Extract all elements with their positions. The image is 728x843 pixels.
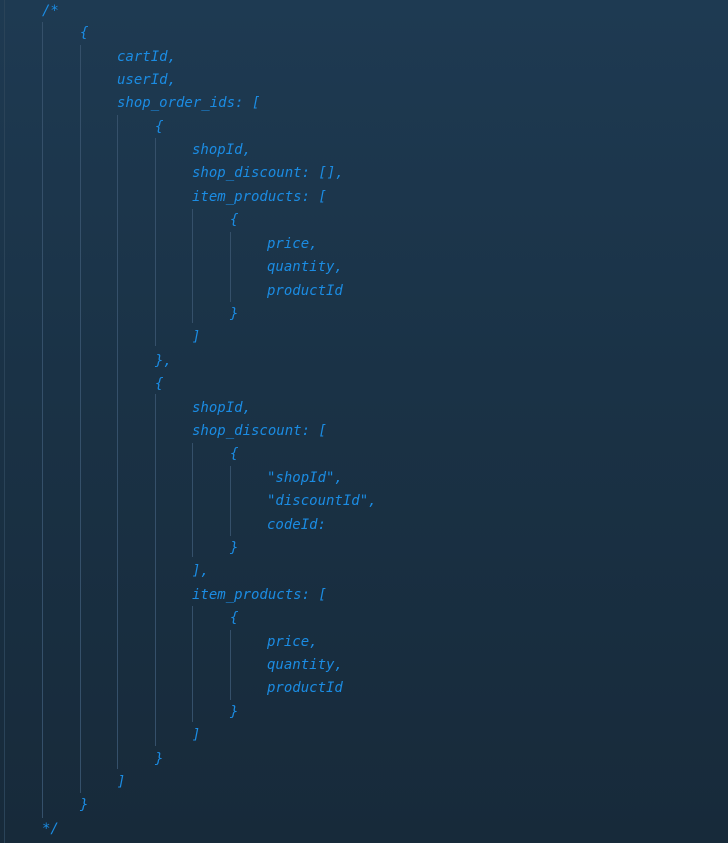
code-line: ] (192, 329, 201, 345)
code-line: shopId, (192, 142, 252, 158)
code-line: { (230, 212, 239, 228)
code-line: productId (267, 680, 343, 696)
code-line: }, (155, 353, 172, 369)
code-line: shop_discount: [], (192, 165, 344, 181)
code-line: productId (267, 283, 343, 299)
code-line: codeId: (267, 517, 327, 533)
code-editor[interactable]: /* { cartId, userId, shop_order_ids: [ {… (0, 0, 728, 843)
code-line: shop_order_ids: [ (117, 95, 261, 111)
indent-guide (230, 630, 231, 700)
code-line: { (230, 610, 239, 626)
code-line: } (80, 797, 89, 813)
code-line: price, (267, 634, 318, 650)
code-line: userId, (117, 72, 177, 88)
code-line: cartId, (117, 49, 177, 65)
indent-guide (192, 209, 193, 323)
code-line: quantity, (267, 259, 343, 275)
indent-guide (155, 394, 156, 746)
code-line: { (155, 376, 164, 392)
code-line: { (155, 119, 164, 135)
code-line: item_products: [ (192, 189, 327, 205)
indent-guide (192, 606, 193, 722)
code-line: quantity, (267, 657, 343, 673)
code-line: shopId, (192, 400, 252, 416)
gutter-edge (4, 0, 5, 843)
indent-guide (42, 22, 43, 818)
indent-guide (80, 45, 81, 793)
code-line: ], (192, 563, 209, 579)
code-line: } (155, 751, 164, 767)
code-line: "discountId", (267, 493, 377, 509)
comment-close: */ (42, 821, 59, 837)
code-line: { (80, 25, 89, 41)
indent-guide (230, 232, 231, 302)
code-line: item_products: [ (192, 587, 327, 603)
code-line: } (230, 306, 239, 322)
comment-open: /* (42, 3, 59, 19)
indent-guide (192, 443, 193, 557)
indent-guide (155, 138, 156, 346)
code-line: { (230, 446, 239, 462)
code-line: ] (192, 727, 201, 743)
code-line: price, (267, 236, 318, 252)
indent-guide (230, 466, 231, 536)
indent-guide (117, 115, 118, 769)
code-line: shop_discount: [ (192, 423, 327, 439)
code-line: } (230, 540, 239, 556)
code-line: "shopId", (267, 470, 343, 486)
code-line: } (230, 704, 239, 720)
code-line: ] (117, 774, 126, 790)
